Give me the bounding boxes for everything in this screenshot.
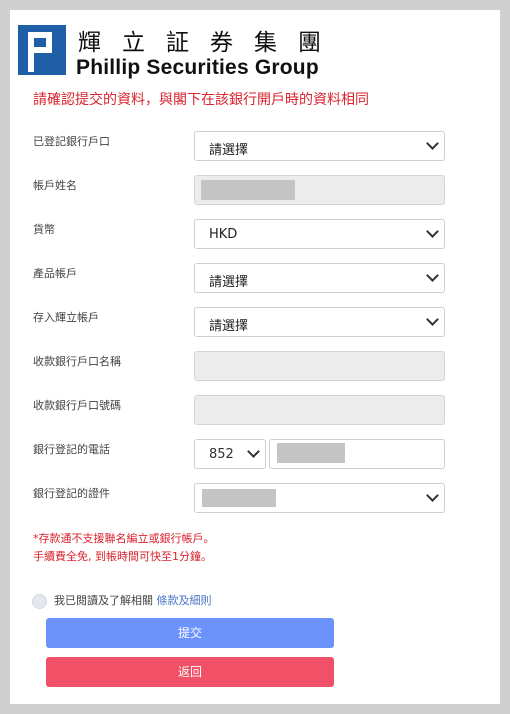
account-name-field[interactable]	[194, 175, 445, 205]
redacted-value	[202, 489, 276, 507]
chevron-down-icon	[247, 445, 260, 458]
logo-chinese-name: 輝立証券集團	[78, 30, 342, 56]
deposit-account-select[interactable]: 請選擇	[194, 307, 445, 337]
product-account-label: 產品帳戶	[33, 267, 77, 280]
terms-link[interactable]: 條款及細則	[157, 594, 212, 607]
registered-id-select[interactable]	[194, 483, 445, 513]
payee-account-name-label: 收款銀行戶口名稱	[33, 355, 121, 368]
agreement-text: 我已閱讀及了解相關 條款及細則	[54, 592, 212, 608]
phone-country-code-select[interactable]: 852	[194, 439, 266, 469]
confirmation-notice: 請確認提交的資料，與閣下在該銀行開戶時的資料相同	[33, 92, 369, 108]
registered-bank-account-select[interactable]: 請選擇	[194, 131, 445, 161]
agreement-label: 我已閱讀及了解相關	[54, 594, 153, 607]
deposit-account-label: 存入輝立帳戶	[33, 311, 99, 324]
currency-label: 貨幣	[33, 223, 55, 236]
redacted-value	[201, 180, 295, 200]
chevron-down-icon	[426, 489, 439, 502]
registered-id-label: 銀行登記的證件	[33, 487, 110, 500]
back-button[interactable]: 返回	[46, 657, 334, 687]
redacted-value	[277, 443, 345, 463]
currency-select[interactable]: HKD	[194, 219, 445, 249]
form-card: 輝立証券集團 Phillip Securities Group 請確認提交的資料…	[10, 10, 500, 704]
payee-account-number-field[interactable]	[194, 395, 445, 425]
payee-account-name-field[interactable]	[194, 351, 445, 381]
note-fee-free: 手續費全免, 到帳時間可快至1分鐘。	[33, 550, 212, 563]
phone-country-code-value: 852	[209, 447, 234, 462]
logo-english-name: Phillip Securities Group	[76, 56, 319, 79]
phone-number-field[interactable]	[269, 439, 445, 469]
chevron-down-icon	[426, 137, 439, 150]
chevron-down-icon	[426, 269, 439, 282]
company-logo: 輝立証券集團 Phillip Securities Group	[18, 23, 338, 85]
registered-phone-label: 銀行登記的電話	[33, 443, 110, 456]
chevron-down-icon	[426, 225, 439, 238]
product-account-value: 請選擇	[209, 275, 249, 290]
currency-value: HKD	[209, 227, 238, 242]
registered-bank-account-value: 請選擇	[209, 143, 249, 158]
phillip-logo-icon	[18, 25, 66, 75]
payee-account-number-label: 收款銀行戶口號碼	[33, 399, 121, 412]
registered-bank-account-label: 已登記銀行戶口	[33, 135, 110, 148]
note-joint-account: *存款通不支援聯名編立或銀行帳戶。	[33, 532, 215, 545]
agreement-checkbox[interactable]	[32, 594, 47, 609]
account-name-label: 帳戶姓名	[33, 179, 77, 192]
product-account-select[interactable]: 請選擇	[194, 263, 445, 293]
chevron-down-icon	[426, 313, 439, 326]
submit-button[interactable]: 提交	[46, 618, 334, 648]
deposit-account-value: 請選擇	[209, 319, 249, 334]
